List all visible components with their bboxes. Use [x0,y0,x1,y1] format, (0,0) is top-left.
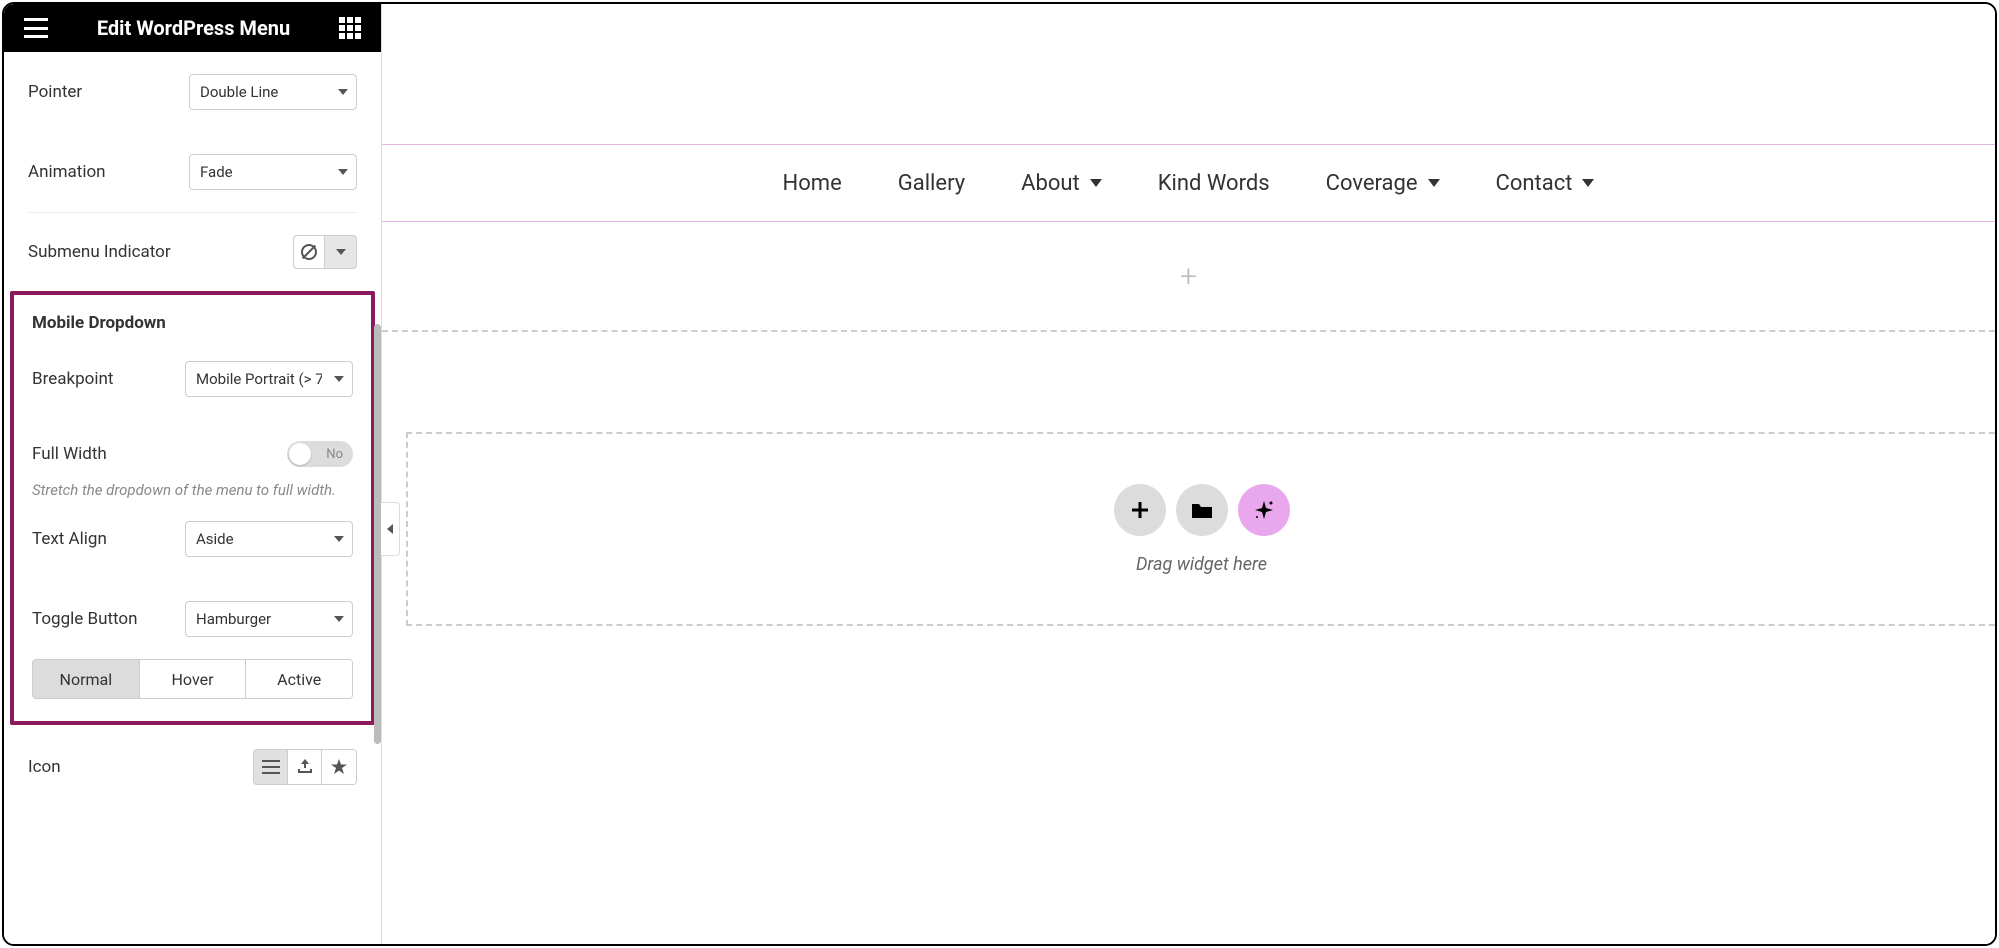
submenu-label: Submenu Indicator [28,242,171,262]
state-tabs: Normal Hover Active [32,659,353,699]
panel-title: Edit WordPress Menu [97,16,290,40]
nav-item-coverage[interactable]: Coverage [1326,171,1440,196]
breakpoint-select[interactable]: Mobile Portrait (> 76 [185,361,353,397]
pointer-label: Pointer [28,82,82,102]
nav-item-about[interactable]: About [1021,171,1102,196]
pointer-value: Double Line [200,83,278,101]
toggle-value: No [326,447,343,462]
collapse-sidebar-button[interactable] [381,502,400,556]
icon-library-button[interactable] [254,750,288,784]
scrollbar[interactable] [374,324,381,744]
text-align-select[interactable]: Aside [185,521,353,557]
full-width-toggle[interactable]: No [287,441,353,467]
animation-select[interactable]: Fade [189,154,357,190]
breakpoint-value: Mobile Portrait (> 76 [196,370,322,388]
toggle-knob [289,443,311,465]
add-widget-button[interactable] [1114,484,1166,536]
toggle-button-select[interactable]: Hamburger [185,601,353,637]
full-width-label: Full Width [32,444,107,464]
chevron-down-icon [338,169,348,175]
wordpress-menu-preview: Home Gallery About Kind Words Coverage C… [382,144,1995,222]
full-width-help: Stretch the dropdown of the menu to full… [32,481,353,499]
submenu-buttons [293,235,357,269]
chevron-down-icon [334,376,344,382]
ai-button[interactable] [1238,484,1290,536]
mobile-dropdown-title: Mobile Dropdown [32,313,353,333]
tab-normal[interactable]: Normal [33,660,140,698]
nav-item-contact[interactable]: Contact [1496,171,1595,196]
icon-buttons [253,749,357,785]
sidebar-body: Pointer Double Line Animation Fade Subme… [4,52,381,944]
pointer-control: Pointer Double Line [28,52,357,132]
nav-item-home[interactable]: Home [783,171,842,196]
breakpoint-control: Breakpoint Mobile Portrait (> 76 [32,339,353,419]
icon-favorite-button[interactable] [322,750,356,784]
chevron-down-icon [1428,179,1440,187]
chevron-down-icon [336,249,346,255]
submenu-control: Submenu Indicator [28,213,357,291]
widget-actions [1114,484,1290,536]
toggle-button-label: Toggle Button [32,609,137,629]
widget-drop-zone[interactable]: Drag widget here [406,432,1995,626]
submenu-dropdown-button[interactable] [325,235,357,269]
mobile-dropdown-section: Mobile Dropdown Breakpoint Mobile Portra… [10,291,375,725]
animation-control: Animation Fade [28,132,357,212]
tab-active[interactable]: Active [246,660,352,698]
plus-icon: + [1180,259,1197,294]
menu-icon[interactable] [24,18,48,38]
full-width-control: Full Width No [32,419,353,471]
apps-icon[interactable] [339,17,361,39]
sidebar-header: Edit WordPress Menu [4,4,381,52]
editor-sidebar: Edit WordPress Menu Pointer Double Line … [4,4,382,944]
text-align-value: Aside [196,530,234,548]
preview-canvas: Home Gallery About Kind Words Coverage C… [382,4,1995,944]
chevron-down-icon [1090,179,1102,187]
chevron-down-icon [338,89,348,95]
tab-hover[interactable]: Hover [140,660,247,698]
breakpoint-label: Breakpoint [32,369,113,389]
pointer-select[interactable]: Double Line [189,74,357,110]
icon-label: Icon [28,757,61,777]
none-icon [301,244,317,260]
folder-button[interactable] [1176,484,1228,536]
chevron-down-icon [334,536,344,542]
icon-control: Icon [28,725,357,797]
animation-value: Fade [200,163,233,181]
chevron-down-icon [1582,179,1594,187]
nav-item-kind-words[interactable]: Kind Words [1158,171,1270,196]
drag-hint: Drag widget here [1136,554,1267,575]
icon-upload-button[interactable] [288,750,322,784]
text-align-label: Text Align [32,529,107,549]
submenu-none-button[interactable] [293,235,325,269]
animation-label: Animation [28,162,106,182]
add-section-zone[interactable]: + [382,222,1995,332]
text-align-control: Text Align Aside [32,499,353,579]
chevron-down-icon [334,616,344,622]
chevron-left-icon [387,524,393,534]
toggle-button-control: Toggle Button Hamburger [32,579,353,659]
toggle-button-value: Hamburger [196,610,271,628]
nav-item-gallery[interactable]: Gallery [898,171,965,196]
